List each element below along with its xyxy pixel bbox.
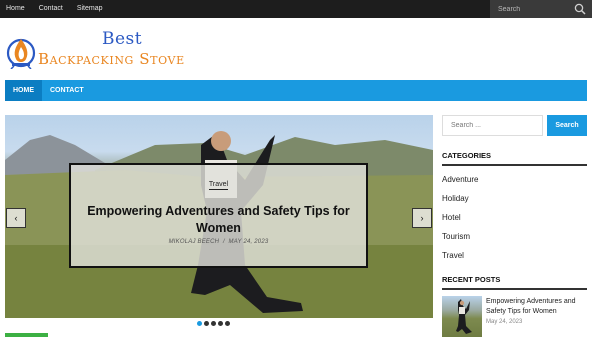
slide-category[interactable]: Travel: [71, 181, 366, 190]
category-link-holiday[interactable]: Holiday: [442, 194, 587, 213]
top-nav-contact[interactable]: Contact: [39, 0, 63, 18]
top-search-input[interactable]: [490, 0, 574, 18]
slider-prev-button[interactable]: ‹: [6, 208, 26, 228]
slide-title[interactable]: Empowering Adventures and Safety Tips fo…: [81, 203, 356, 237]
recent-post-date: May 24, 2023: [486, 319, 523, 325]
sidebar-search-input[interactable]: [442, 115, 543, 136]
chevron-left-icon: ‹: [14, 213, 18, 223]
categories-list: Adventure Holiday Hotel Tourism Travel: [442, 175, 587, 270]
content-accent-bar: [5, 333, 48, 337]
recent-post-item[interactable]: Empowering Adventures and Safety Tips fo…: [442, 296, 587, 337]
slider-dot[interactable]: [197, 321, 202, 326]
main-nav-home[interactable]: HOME: [5, 80, 42, 101]
site-logo[interactable]: Best Backpacking Stove: [4, 28, 214, 72]
search-icon[interactable]: [574, 3, 586, 15]
categories-heading: CATEGORIES: [442, 151, 587, 166]
slide-author[interactable]: MIKOLAJ BEECH: [169, 239, 220, 245]
slide-date[interactable]: MAY 24, 2023: [229, 239, 269, 245]
top-nav-sitemap[interactable]: Sitemap: [77, 0, 103, 18]
slider-dot[interactable]: [211, 321, 216, 326]
category-link-travel[interactable]: Travel: [442, 251, 587, 270]
stove-logo-icon: [6, 38, 36, 69]
slider-dot[interactable]: [218, 321, 223, 326]
recent-post-title[interactable]: Empowering Adventures and Safety Tips fo…: [486, 297, 586, 317]
recent-post-thumbnail[interactable]: [442, 296, 482, 337]
main-nav-contact[interactable]: CONTACT: [42, 80, 92, 101]
top-search: [490, 0, 592, 18]
meta-separator: /: [222, 239, 225, 245]
category-link-adventure[interactable]: Adventure: [442, 175, 587, 194]
top-nav: Home Contact Sitemap: [6, 0, 117, 18]
main-nav: HOME CONTACT: [5, 80, 587, 101]
slide-caption: Travel Empowering Adventures and Safety …: [69, 163, 368, 268]
slider-dots: [197, 321, 232, 326]
slider-next-button[interactable]: ›: [412, 208, 432, 228]
chevron-right-icon: ›: [420, 213, 424, 223]
logo-subtitle: Backpacking Stove: [38, 50, 185, 68]
category-link-hotel[interactable]: Hotel: [442, 213, 587, 232]
recent-posts-heading: RECENT POSTS: [442, 275, 587, 290]
slider-dot[interactable]: [204, 321, 209, 326]
top-nav-home[interactable]: Home: [6, 0, 25, 18]
slider-dot[interactable]: [225, 321, 230, 326]
category-link-tourism[interactable]: Tourism: [442, 232, 587, 251]
logo-title: Best: [102, 29, 143, 49]
top-bar: Home Contact Sitemap: [0, 0, 592, 18]
recent-post-image: [456, 299, 472, 334]
sidebar-search-button[interactable]: Search: [547, 115, 587, 136]
featured-slider[interactable]: Travel Empowering Adventures and Safety …: [5, 115, 433, 318]
slide-meta: MIKOLAJ BEECH / MAY 24, 2023: [71, 239, 366, 245]
